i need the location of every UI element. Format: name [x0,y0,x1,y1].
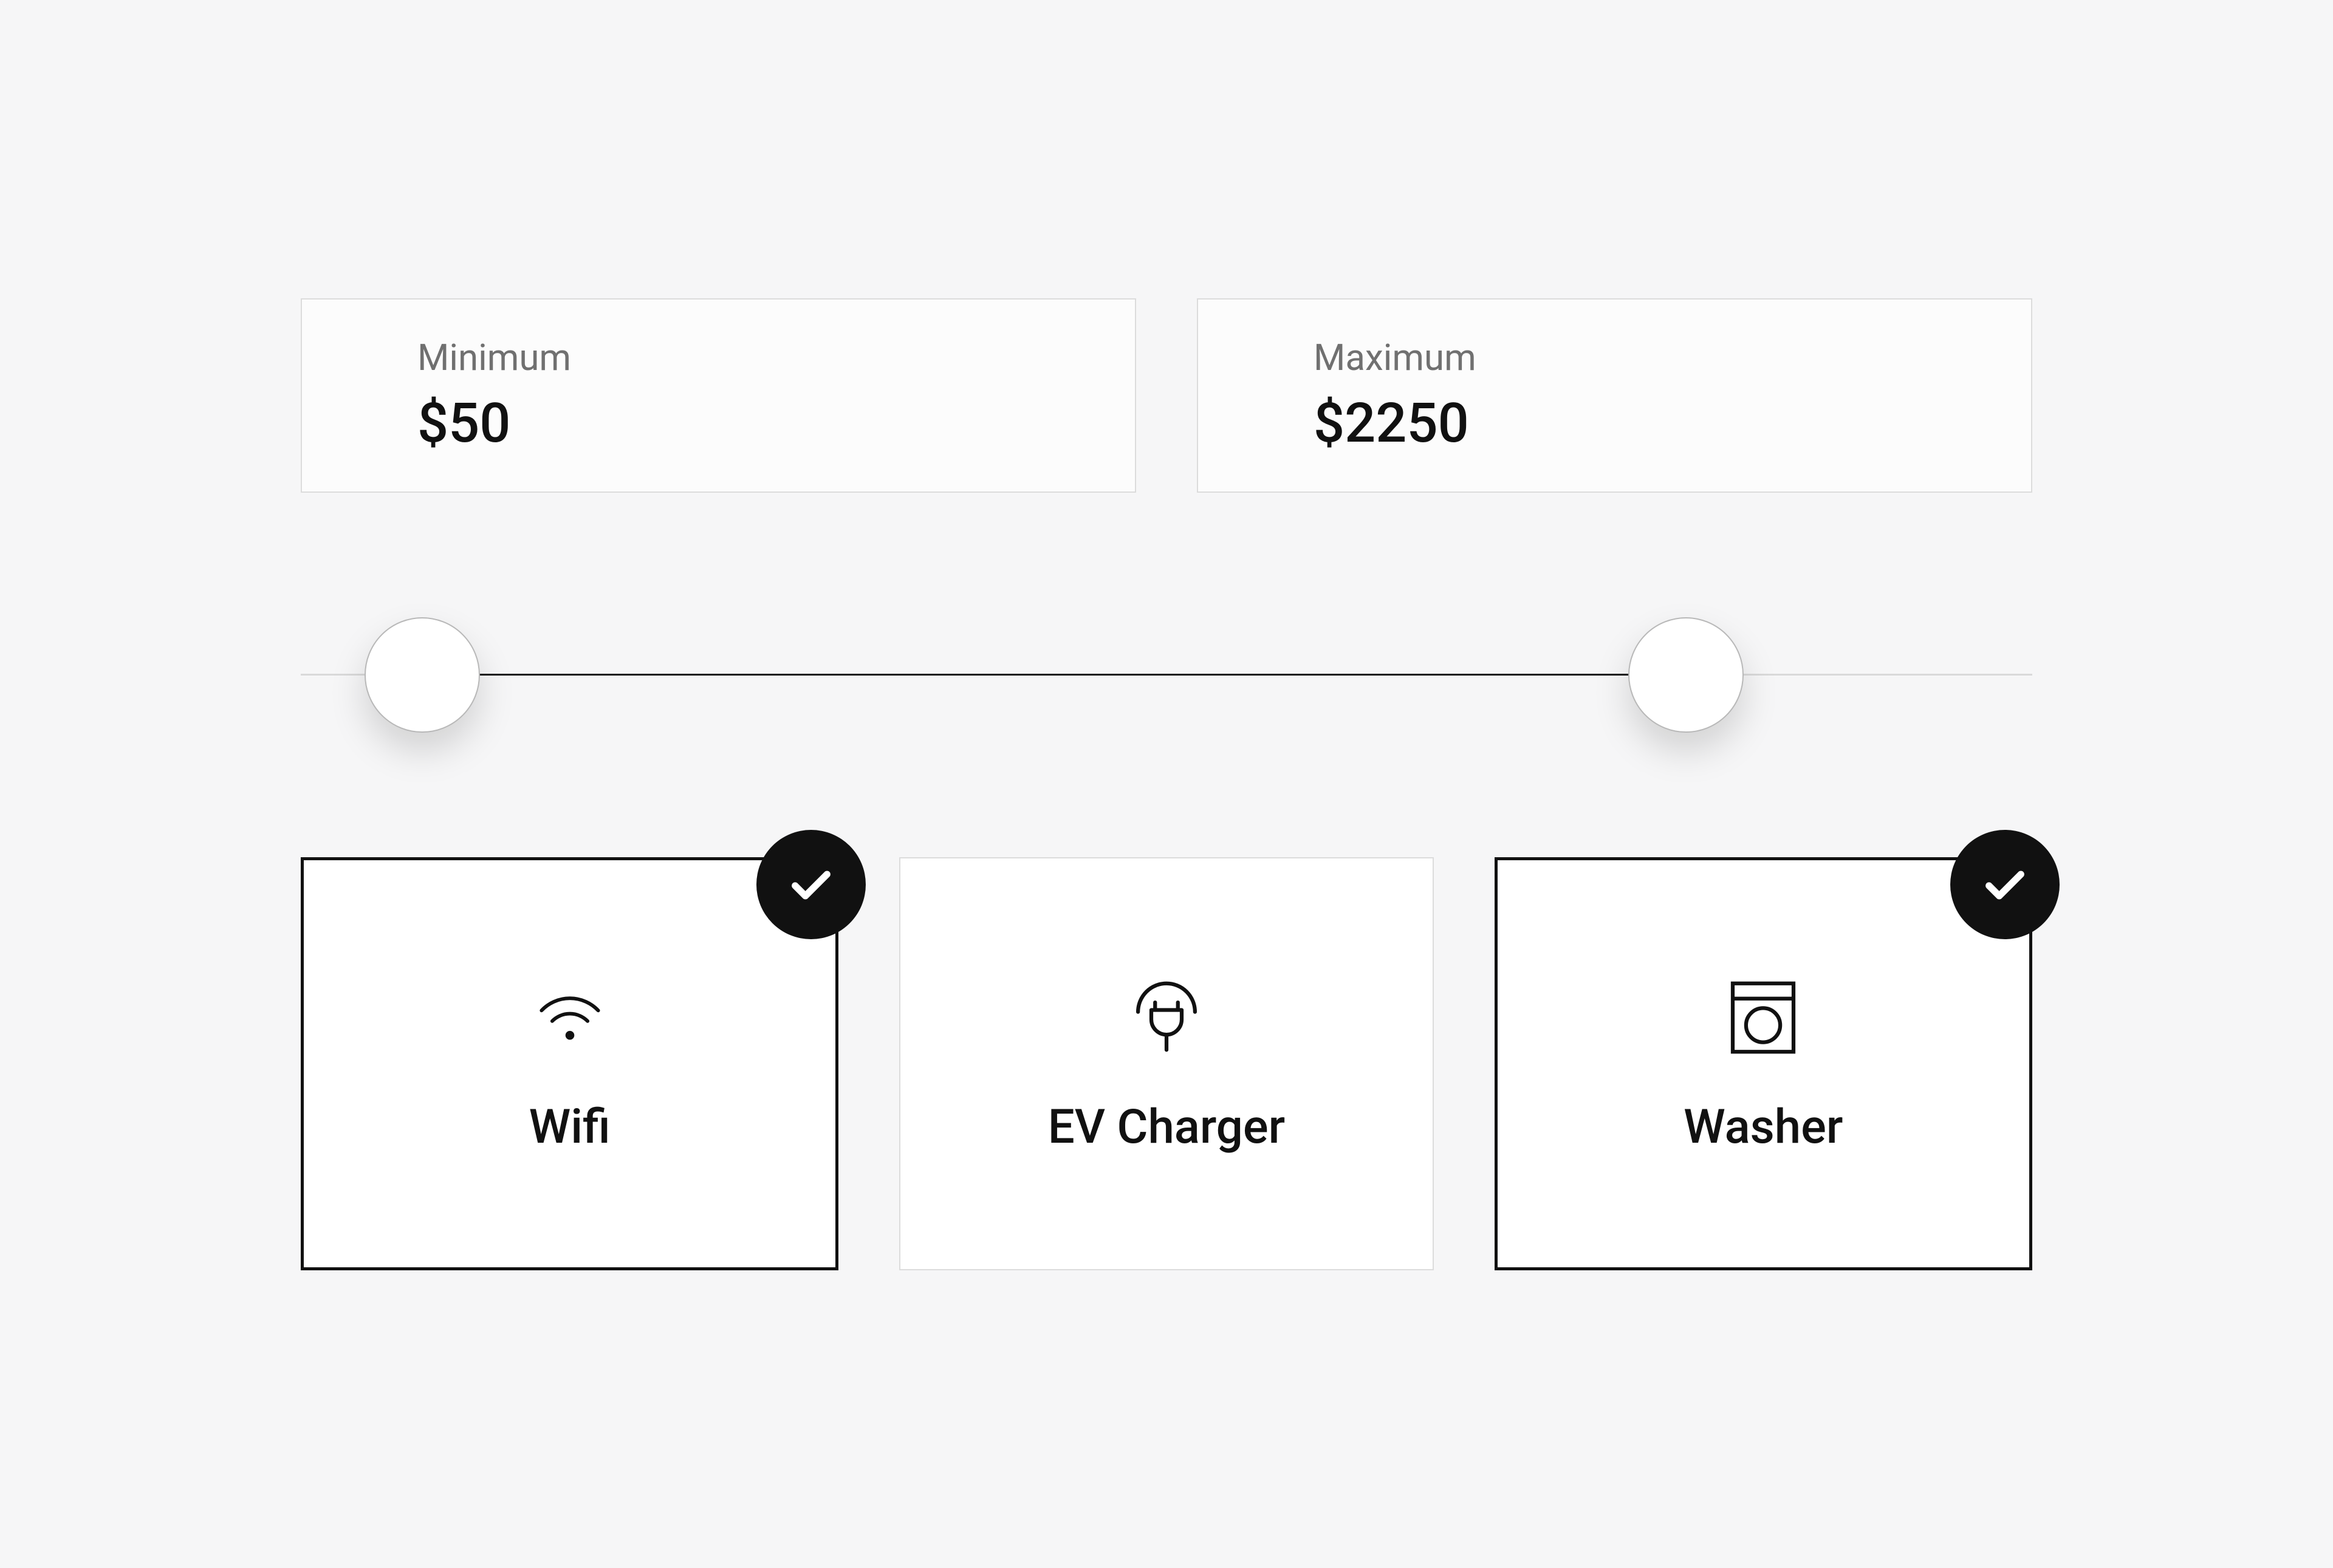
amenity-wifi-label: Wifi [529,1100,611,1155]
check-badge [756,830,866,939]
ev-charger-icon [1121,972,1212,1063]
amenity-washer-card[interactable]: Washer [1495,857,2032,1270]
filter-panel: Minimum $50 Maximum $2250 Wifi [301,298,2032,1270]
checkmark-icon [1978,857,2032,912]
checkmark-icon [784,857,838,912]
amenity-ev-charger-card[interactable]: EV Charger [899,857,1433,1270]
amenity-washer-label: Washer [1684,1100,1843,1155]
amenities-row: Wifi EV Charger Washer [301,857,2032,1270]
amenity-wifi-card[interactable]: Wifi [301,857,838,1270]
slider-handle-min[interactable] [365,617,480,733]
check-badge [1950,830,2060,939]
maximum-price-label: Maximum [1314,336,1916,379]
minimum-price-input[interactable]: Minimum $50 [301,298,1136,493]
slider-handle-max[interactable] [1628,617,1744,733]
slider-track-active [422,674,1687,676]
price-inputs-row: Minimum $50 Maximum $2250 [301,298,2032,493]
minimum-price-value: $50 [417,391,1019,455]
maximum-price-value: $2250 [1314,391,1916,455]
washer-icon [1718,972,1809,1063]
price-slider[interactable] [301,614,2032,736]
wifi-icon [524,972,615,1063]
minimum-price-label: Minimum [417,336,1019,379]
amenity-ev-charger-label: EV Charger [1048,1100,1286,1155]
maximum-price-input[interactable]: Maximum $2250 [1197,298,2032,493]
